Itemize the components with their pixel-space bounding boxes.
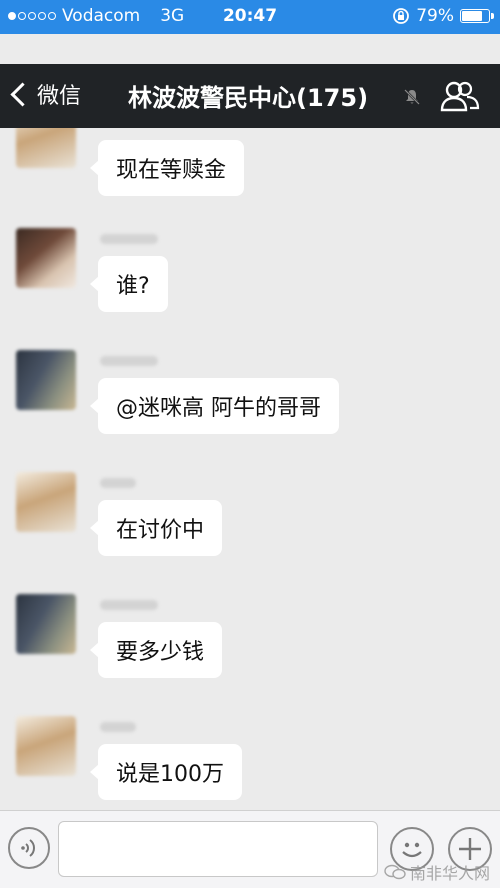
message-bubble[interactable]: 谁? [90, 256, 168, 312]
message-text: 要多少钱 [116, 640, 205, 665]
battery-icon [460, 9, 494, 23]
chat-title: 林波波警民中心(175) [128, 84, 369, 112]
sender-name [100, 478, 136, 488]
message-bubble[interactable]: 要多少钱 [89, 622, 223, 678]
message-bubble[interactable]: 现在等赎金 [89, 140, 245, 196]
avatar [16, 128, 76, 168]
nav-bar: 微信 林波波警民中心(175) [0, 64, 500, 128]
avatar [16, 594, 76, 654]
status-bar: Vodacom 3G 20:47 79% [0, 0, 500, 34]
avatar [16, 716, 76, 776]
wechat-logo-icon [384, 864, 406, 880]
sender-name [100, 234, 158, 244]
message-input[interactable] [58, 821, 378, 877]
avatar [16, 350, 76, 410]
message-text: @迷咪高 阿牛的哥哥 [116, 396, 321, 421]
status-right: 79% [392, 6, 494, 26]
back-label: 微信 [37, 84, 82, 109]
bell-off-icon [404, 89, 420, 105]
chat-area[interactable]: 现在等赎金 谁? @迷咪高 阿牛的哥哥 在讨价中 要多少钱 说是100万 [0, 128, 500, 810]
group-icon[interactable] [440, 80, 480, 114]
sender-name [100, 356, 158, 366]
watermark-text: 南非华人网 [409, 864, 490, 883]
sender-name [100, 722, 136, 732]
voice-icon [21, 839, 35, 857]
message-bubble[interactable]: 说是100万 [90, 744, 242, 800]
message-text: 谁? [116, 274, 150, 299]
avatar [16, 472, 76, 532]
back-button[interactable]: 微信 [10, 78, 82, 110]
voice-button[interactable] [8, 827, 50, 869]
message-bubble[interactable]: 在讨价中 [89, 500, 223, 556]
message-text: 说是100万 [116, 762, 224, 787]
message-bubble[interactable]: @迷咪高 阿牛的哥哥 [90, 378, 339, 434]
rotation-lock-icon [393, 8, 410, 24]
message-text: 现在等赎金 [116, 158, 227, 183]
chevron-left-icon [10, 81, 35, 107]
input-bar: 南非华人网 [0, 810, 500, 888]
sender-name [100, 600, 158, 610]
watermark: 南非华人网 [384, 860, 490, 884]
message-text: 在讨价中 [116, 518, 205, 543]
avatar [16, 228, 76, 288]
battery-percent: 79% [416, 6, 454, 26]
